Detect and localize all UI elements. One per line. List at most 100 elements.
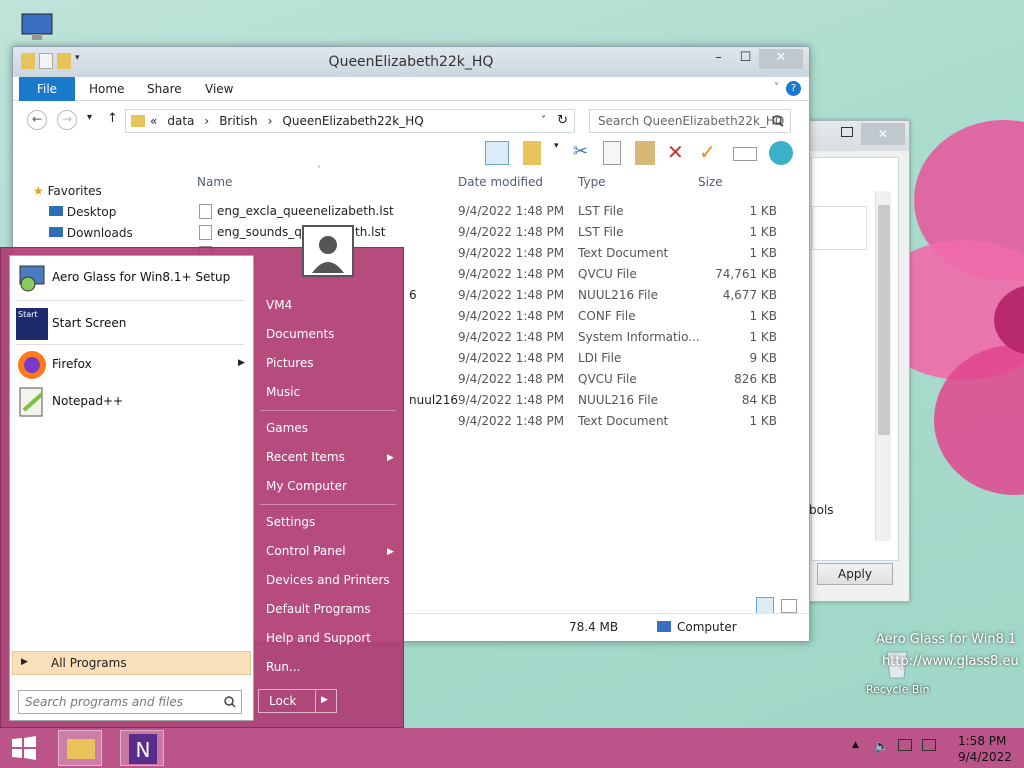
address-dropdown-icon[interactable]: ˅	[541, 115, 546, 126]
search-input[interactable]: Search QueenElizabeth22k_HQ	[598, 114, 784, 128]
scrollbar-thumb[interactable]	[878, 205, 890, 435]
background-window-titlebar[interactable]: ✕	[801, 121, 909, 151]
copy-icon[interactable]	[603, 141, 621, 165]
star-icon: ★	[33, 184, 44, 198]
menu-pictures[interactable]: Pictures	[266, 356, 314, 370]
apply-button[interactable]: Apply	[817, 563, 893, 585]
file-size: 1 KB	[749, 225, 777, 239]
recycle-bin-label: Recycle Bin	[866, 683, 930, 696]
start-button[interactable]	[2, 730, 46, 766]
menu-my-computer[interactable]: My Computer	[266, 479, 347, 493]
window-controls: – ☐ ✕	[705, 49, 803, 69]
clock-time[interactable]: 1:58 PM	[958, 734, 1006, 748]
menu-help-support[interactable]: Help and Support	[266, 631, 371, 645]
search-icon[interactable]	[224, 696, 236, 708]
maximize-button[interactable]: ☐	[732, 49, 759, 69]
column-size[interactable]: Size	[698, 175, 723, 189]
help-icon[interactable]: ?	[786, 81, 801, 96]
folder-icon	[131, 115, 145, 127]
file-type: NUUL216 File	[578, 393, 659, 407]
back-button[interactable]: ←	[27, 110, 47, 130]
start-menu: Aero Glass for Win8.1+ Setup Start Start…	[0, 247, 404, 728]
close-button[interactable]: ✕	[759, 49, 803, 69]
address-bar[interactable]: « data › British › QueenElizabeth22k_HQ …	[125, 109, 575, 133]
file-row[interactable]: eng_excla_queenelizabeth.lst 9/4/2022 1:4…	[197, 201, 777, 222]
file-size: 1 KB	[749, 246, 777, 260]
search-icon[interactable]	[772, 115, 784, 127]
globe-icon[interactable]	[769, 141, 793, 165]
watermark-line2: http://www.glass8.eu	[882, 654, 1019, 669]
volume-muted-icon[interactable]: 🔈	[874, 739, 889, 753]
nav-downloads[interactable]: Downloads	[33, 223, 193, 244]
rename-icon[interactable]	[733, 147, 757, 161]
nav-desktop[interactable]: Desktop	[33, 202, 193, 223]
program-notepadpp[interactable]: Notepad++	[16, 386, 248, 422]
tab-home[interactable]: Home	[79, 77, 134, 101]
column-name[interactable]: Name	[197, 175, 232, 189]
forward-button[interactable]: →	[57, 110, 77, 130]
breadcrumb-overflow[interactable]: «	[150, 114, 157, 128]
minimize-button[interactable]: –	[705, 49, 732, 69]
explorer-titlebar[interactable]: ▾ QueenElizabeth22k_HQ – ☐ ✕	[13, 47, 809, 77]
menu-games[interactable]: Games	[266, 421, 308, 435]
preview-pane-icon[interactable]	[485, 141, 509, 165]
menu-documents[interactable]: Documents	[266, 327, 334, 341]
column-type[interactable]: Type	[578, 175, 606, 189]
breadcrumb-british[interactable]: British	[219, 114, 257, 128]
app-taskbar-button[interactable]: N	[120, 730, 164, 766]
close-button[interactable]: ✕	[861, 123, 905, 145]
ribbon-chevron-icon[interactable]: ˅	[774, 82, 779, 93]
lock-button[interactable]: Lock ▶	[258, 689, 337, 713]
refresh-icon[interactable]: ↻	[557, 113, 568, 128]
computer-desktop-icon[interactable]	[18, 10, 58, 44]
tab-share[interactable]: Share	[137, 77, 192, 101]
menu-settings[interactable]: Settings	[266, 515, 315, 529]
recent-locations-icon[interactable]: ▾	[87, 112, 92, 123]
check-icon[interactable]: ✓	[699, 141, 723, 165]
breadcrumb-separator-icon: ›	[204, 114, 210, 128]
ribbon-tabs: File Home Share View ˅ ?	[13, 77, 809, 101]
program-firefox[interactable]: Firefox ▶	[16, 349, 248, 385]
menu-music[interactable]: Music	[266, 385, 300, 399]
scrollbar[interactable]	[875, 191, 891, 541]
nav-favorites[interactable]: ★ Favorites	[33, 181, 193, 202]
file-size: 9 KB	[749, 351, 777, 365]
lock-options-arrow-icon[interactable]: ▶	[321, 695, 328, 705]
tab-view[interactable]: View	[195, 77, 243, 101]
breadcrumb-data[interactable]: data	[167, 114, 194, 128]
action-center-icon[interactable]	[922, 739, 936, 751]
all-programs-button[interactable]: ▶ All Programs	[12, 651, 251, 675]
file-row[interactable]: eng_sounds_qu th.lst 9/4/2022 1:48 PM LST F…	[197, 222, 777, 243]
search-box[interactable]: Search QueenElizabeth22k_HQ	[589, 109, 791, 133]
file-type: QVCU File	[578, 267, 637, 281]
clock-date[interactable]: 9/4/2022	[958, 750, 1012, 764]
delete-icon[interactable]: ✕	[667, 141, 691, 165]
up-button[interactable]: ↑	[107, 111, 118, 126]
menu-recent-items[interactable]: Recent Items	[266, 450, 345, 464]
paste-icon[interactable]	[635, 141, 655, 165]
menu-control-panel[interactable]: Control Panel	[266, 544, 346, 558]
breadcrumb-current[interactable]: QueenElizabeth22k_HQ	[282, 114, 423, 128]
file-date: 9/4/2022 1:48 PM	[458, 267, 565, 281]
background-window[interactable]: ✕ bols Apply	[800, 120, 910, 602]
large-icons-view-icon[interactable]	[781, 599, 797, 613]
file-explorer-taskbar-button[interactable]	[58, 730, 102, 766]
network-icon[interactable]	[898, 739, 912, 751]
menu-run[interactable]: Run...	[266, 660, 300, 674]
file-name-tail: th.lst	[355, 225, 386, 239]
column-date-modified[interactable]: Date modified	[458, 175, 543, 189]
program-aero-glass-setup[interactable]: Aero Glass for Win8.1+ Setup	[16, 262, 248, 298]
file-date: 9/4/2022 1:48 PM	[458, 204, 565, 218]
user-avatar[interactable]	[302, 225, 354, 277]
properties-icon[interactable]	[523, 141, 541, 165]
file-date: 9/4/2022 1:48 PM	[458, 246, 565, 260]
menu-devices-printers[interactable]: Devices and Printers	[266, 573, 390, 587]
program-start-screen[interactable]: Start Start Screen	[16, 308, 248, 344]
tab-file[interactable]: File	[19, 77, 75, 101]
cut-icon[interactable]: ✂	[573, 141, 597, 165]
menu-default-programs[interactable]: Default Programs	[266, 602, 371, 616]
maximize-icon[interactable]	[841, 127, 853, 137]
search-programs-input[interactable]: Search programs and files	[18, 690, 242, 714]
menu-vm4[interactable]: VM4	[266, 298, 292, 312]
show-hidden-icons[interactable]: ▲	[852, 740, 859, 750]
